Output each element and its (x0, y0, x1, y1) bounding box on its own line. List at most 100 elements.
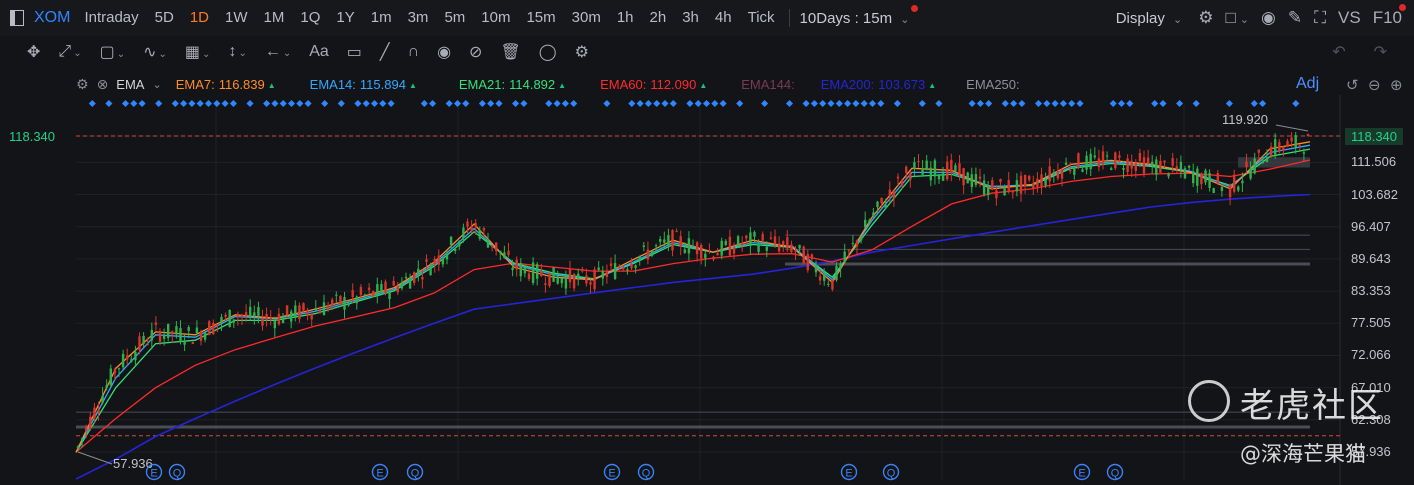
ema-legend-item[interactable]: EMA14: 115.894 ▲ (310, 77, 417, 92)
ticker-symbol[interactable]: XOM (32, 9, 76, 27)
candle-body (335, 294, 338, 296)
pen-draw-icon[interactable]: ✎ (1288, 8, 1302, 28)
candle-body (1093, 155, 1096, 158)
indicator-settings-icon[interactable]: ⚙ (76, 76, 89, 93)
fibonacci-tool-icon[interactable]: ▦ ⌄ (178, 42, 218, 62)
ema-legend-item[interactable]: EMA60: 112.090 ▲ (600, 77, 707, 92)
timeframe-tab-1w[interactable]: 1W (217, 0, 256, 36)
hide-icon[interactable]: ⊘ (462, 42, 489, 62)
candle-body (331, 299, 334, 305)
fullscreen-icon[interactable]: ⛶ (1314, 8, 1326, 28)
magnet-icon[interactable]: ∩ (401, 43, 427, 61)
ema-legend-item[interactable]: EMA21: 114.892 ▲ (459, 77, 566, 92)
signal-marker (819, 99, 827, 108)
candle-body (1200, 174, 1203, 185)
candle-body (117, 368, 121, 370)
timeframe-tab-5m[interactable]: 5m (436, 0, 473, 36)
timeframe-tab-3h[interactable]: 3h (674, 0, 707, 36)
signal-marker (877, 99, 885, 108)
display-menu[interactable]: Display ⌄ (1112, 10, 1187, 27)
vs-label: VS (1338, 8, 1361, 27)
ema-legend-item[interactable]: EMA250: (966, 77, 1019, 92)
line-tool-icon[interactable]: ⤢ ⌄ (51, 43, 88, 61)
timeframe-tab-1m[interactable]: 1m (363, 0, 400, 36)
candle-body (1032, 183, 1035, 189)
trash-icon[interactable]: 🗑 (493, 42, 527, 62)
panel-toggle-icon[interactable] (10, 10, 24, 26)
zoom-out-icon[interactable]: ⊖ (1368, 76, 1381, 94)
candle-body (1286, 140, 1289, 147)
candle-body (839, 263, 842, 269)
eraser-tool-icon[interactable]: ╱ (373, 42, 397, 62)
timeframe-tab-1q[interactable]: 1Q (292, 0, 328, 36)
timeframe-tab-tick[interactable]: Tick (740, 0, 783, 36)
reset-icon[interactable]: ↺ (1346, 76, 1359, 94)
move-crosshair-icon[interactable]: ✥ (20, 42, 47, 62)
undo-icon[interactable]: ↶ (1325, 42, 1352, 62)
timeframe-tab-15m[interactable]: 15m (518, 0, 563, 36)
arrow-tool-icon[interactable]: ← ⌄ (258, 43, 298, 61)
indicator-close-icon[interactable]: ⊗ (97, 76, 109, 93)
event-marker-letter: E (150, 468, 157, 480)
polyline-tool-icon[interactable]: ∿ ⌄ (136, 42, 174, 62)
price-chart[interactable]: 119.92057.936E Q E Q E Q E Q E Q (0, 95, 1414, 485)
candle-body (708, 249, 711, 251)
ema-line-ema14 (75, 144, 1311, 453)
timeframe-tab-2h[interactable]: 2h (642, 0, 675, 36)
zoom-in-icon[interactable]: ⊕ (1390, 76, 1403, 94)
ema-legend-item[interactable]: EMA7: 116.839 ▲ (176, 77, 276, 92)
candle-body (253, 312, 256, 317)
range-select[interactable]: 10Days : 15m ⌄ (796, 4, 919, 27)
candle-body (244, 312, 248, 316)
ema-legend-item[interactable]: EMA200: 103.673 ▲ (821, 77, 936, 92)
ema-label: EMA144: (741, 76, 795, 92)
adjust-button[interactable]: Adj (1296, 75, 1319, 93)
timeframe-tab-5d[interactable]: 5D (147, 0, 182, 36)
measure-tool-icon[interactable]: ↕ ⌄ (221, 43, 253, 61)
candle-body (1171, 158, 1174, 166)
timeframe-tab-1m[interactable]: 1M (256, 0, 293, 36)
timeframe-tab-intraday[interactable]: Intraday (76, 0, 146, 36)
vs-compare-button[interactable]: VS (1338, 8, 1361, 28)
candle-body (1274, 139, 1277, 155)
ema-values: EMA7: 116.839 ▲ EMA14: 115.894 ▲ EMA21: 114.892… (162, 77, 1020, 92)
candle-body (187, 327, 190, 331)
candle-body (847, 249, 850, 251)
candle-body (814, 265, 818, 273)
ema-legend-item[interactable]: EMA144: (741, 77, 794, 92)
rectangle-tool-icon[interactable]: ▢ ⌄ (93, 42, 133, 62)
candle-body (560, 278, 563, 284)
timeframe-tab-1y[interactable]: 1Y (328, 0, 362, 36)
timeframe-tab-10m[interactable]: 10m (473, 0, 518, 36)
timeframe-tab-4h[interactable]: 4h (707, 0, 740, 36)
link-icon[interactable]: ◯ (532, 42, 564, 62)
price-axis-tick: 72.066 (1351, 347, 1391, 363)
top-bar: XOM Intraday 5D 1D 1W 1M 1Q 1Y 1m 3m 5m 10m 15m 30m 1… (0, 0, 1414, 36)
timeframe-tab-3m[interactable]: 3m (400, 0, 437, 36)
camera-icon[interactable]: ◉ (1261, 8, 1276, 28)
redo-icon[interactable]: ↷ (1367, 42, 1394, 62)
chevron-down-icon[interactable]: ⌄ (152, 78, 161, 91)
timeframe-tab-1h[interactable]: 1h (609, 0, 642, 36)
high-price-label: 119.920 (1222, 112, 1268, 127)
f10-button[interactable]: F10 (1372, 4, 1406, 28)
signal-marker (354, 99, 362, 108)
candle-body (855, 240, 859, 247)
timeframe-tab-30m[interactable]: 30m (564, 0, 609, 36)
comment-tool-icon[interactable]: ▭ (340, 42, 369, 62)
f10-label: F10 (1372, 8, 1402, 27)
timeframe-tab-1d[interactable]: 1D (182, 0, 217, 36)
candle-body (462, 227, 465, 239)
text-tool-icon[interactable]: Aa (302, 43, 336, 61)
candle-body (704, 253, 707, 259)
settings-gear-icon[interactable]: ⚙ (1198, 8, 1213, 28)
event-marker-letter: Q (411, 468, 420, 480)
tool-settings-icon[interactable]: ⚙ (568, 42, 596, 62)
signal-marker (976, 99, 984, 108)
indicator-name[interactable]: EMA (116, 77, 144, 92)
layout-square-icon[interactable]: □ ⌄ (1226, 8, 1250, 28)
candle-body (921, 168, 924, 175)
eye-icon[interactable]: ◉ (430, 42, 458, 62)
candle-body (552, 267, 555, 282)
signal-marker (1117, 99, 1126, 108)
